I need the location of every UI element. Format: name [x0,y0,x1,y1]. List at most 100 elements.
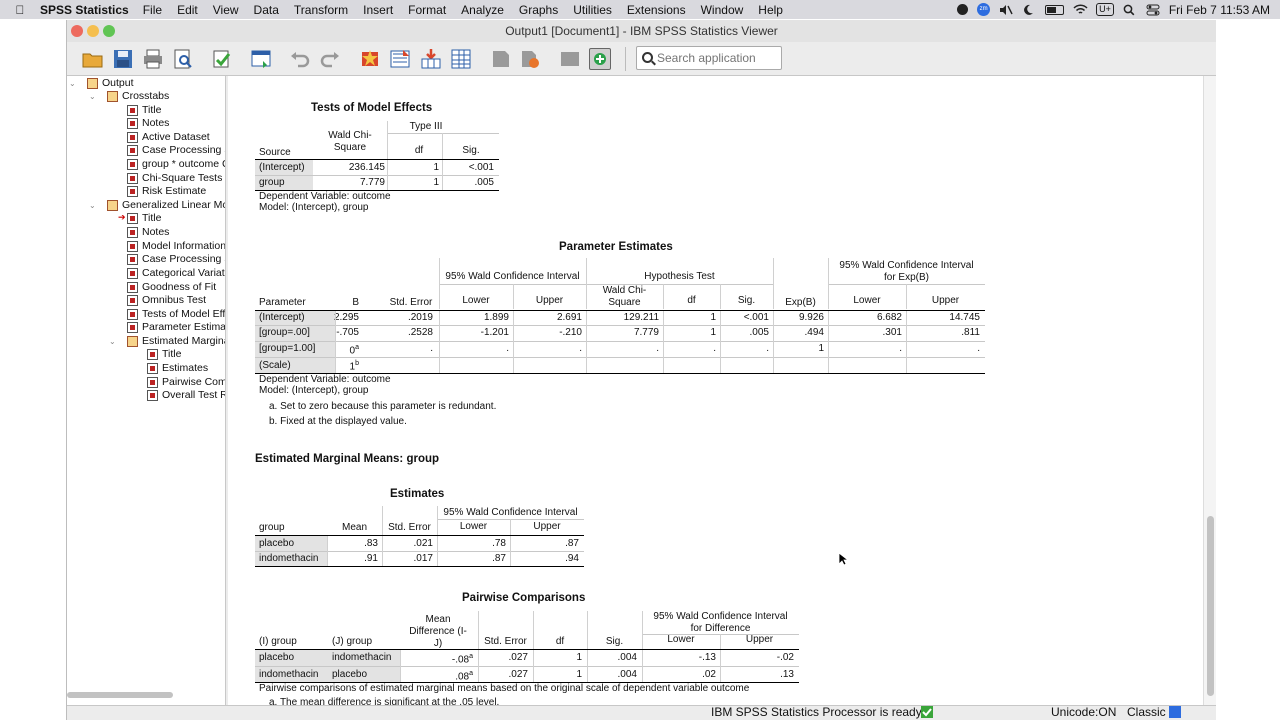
goto-data-icon[interactable] [389,48,411,70]
table-cell: 14.745 [949,312,980,323]
table-cell: -1.201 [480,327,509,338]
menu-transform[interactable]: Transform [294,3,348,17]
print-preview-icon[interactable] [172,48,194,70]
menu-file[interactable]: File [143,3,162,17]
row-label: [group=1.00] [259,343,316,354]
body-divider [720,650,721,682]
page-icon [127,213,138,224]
column-header: Wald Chi- Square [328,130,372,153]
table-icon [147,390,158,401]
menu-extensions[interactable]: Extensions [627,3,686,17]
menu-view[interactable]: View [213,3,239,17]
outline-item-label: Risk Estimate [142,185,207,197]
body-divider [773,311,774,373]
app-menu-name[interactable]: SPSS Statistics [40,3,129,17]
header-divider [478,611,479,649]
designate-window-icon[interactable] [490,48,512,70]
expand-icon[interactable] [589,48,611,70]
table-icon [127,159,138,170]
column-header: Exp(B) [785,297,816,308]
viewer-window: Output1 [Document1] - IBM SPSS Statistic… [66,20,1216,720]
table-cell: 236.145 [348,162,385,173]
moon-icon[interactable] [1022,4,1036,16]
menu-utilities[interactable]: Utilities [573,3,612,17]
header-divider [720,634,721,649]
page-icon [147,349,158,360]
chevron-down-icon[interactable]: ⌄ [89,90,99,103]
table-cell: .494 [804,327,824,338]
classic-mode-icon[interactable] [1169,706,1181,718]
menu-window[interactable]: Window [701,3,744,17]
body-divider [439,311,440,373]
input-source-icon[interactable]: U+ [1096,3,1114,16]
outline-item-label: Tests of Model Eff [142,308,226,320]
table-cell: .02 [702,669,716,680]
chevron-down-icon[interactable]: ⌄ [69,77,79,90]
column-group-header: 95% Wald Confidence Interval [445,271,580,282]
apple-menu-icon[interactable]:  [0,3,40,17]
variables-icon[interactable] [450,48,472,70]
body-divider [587,650,588,682]
chevron-down-icon[interactable]: ⌄ [89,199,99,212]
mute-icon[interactable] [999,4,1013,16]
menubar-clock[interactable]: Fri Feb 7 11:53 AM [1169,3,1270,17]
goto-case-icon[interactable] [359,48,381,70]
undo-icon[interactable] [289,48,311,70]
menu-edit[interactable]: Edit [177,3,198,17]
redo-icon[interactable] [319,48,341,70]
header-divider [642,611,643,649]
outline-item-label: Case Processing S [142,253,226,265]
menu-data[interactable]: Data [254,3,279,17]
table-cell: 1 [433,177,439,188]
output-content-pane: Tests of Model Effects Type III Source W… [228,76,1203,705]
table-icon [127,241,138,252]
menu-help[interactable]: Help [758,3,783,17]
table-cell: 1 [710,327,716,338]
body-divider [642,650,643,682]
chevron-down-icon[interactable]: ⌄ [109,335,119,348]
scrollbar-thumb[interactable] [67,692,173,698]
record-icon[interactable] [957,4,969,15]
spotlight-search-icon[interactable] [1123,4,1137,16]
main-toolbar [67,42,1216,76]
column-header: (J) group [332,636,373,647]
menu-graphs[interactable]: Graphs [519,3,558,17]
column-group-header: Type III [409,121,443,132]
outline-horizontal-scrollbar[interactable] [67,690,225,700]
menu-analyze[interactable]: Analyze [461,3,504,17]
table-icon [147,377,158,388]
outline-item-label: Case Processing S [142,144,226,156]
menu-insert[interactable]: Insert [363,3,393,17]
open-folder-icon[interactable] [82,48,104,70]
export-icon[interactable] [211,48,233,70]
table-cell: . [899,343,902,354]
recall-dialog-icon[interactable] [250,48,272,70]
table-cell: . [579,343,582,354]
control-center-icon[interactable] [1146,4,1160,16]
column-header: Upper [931,295,960,306]
search-input[interactable] [657,50,777,66]
zoom-app-icon[interactable]: zm [977,3,991,16]
hide-selected-icon[interactable] [559,48,581,70]
search-application-box[interactable] [636,46,782,70]
outline-item-label: Omnibus Test [142,294,206,306]
menu-format[interactable]: Format [408,3,446,17]
column-group-header: 95% Wald Confidence Interval [443,507,578,518]
body-divider [533,650,534,682]
insert-variable-icon[interactable] [420,48,442,70]
wifi-icon[interactable] [1073,3,1088,16]
status-bar: IBM SPSS Statistics Processor is ready U… [67,705,1216,720]
show-all-icon[interactable] [519,48,541,70]
current-item-arrow-icon: ➔ [118,212,126,222]
body-divider [327,536,328,566]
content-vertical-scrollbar[interactable] [1203,76,1216,705]
outline-item-label: Pairwise Com [162,376,226,388]
body-divider [400,650,401,682]
battery-icon[interactable] [1045,4,1065,15]
table-cell: -.13 [698,652,716,663]
table-icon [127,295,138,306]
print-icon[interactable] [142,48,164,70]
header-divider [442,133,443,159]
scrollbar-thumb[interactable] [1207,516,1214,696]
save-icon[interactable] [112,48,134,70]
